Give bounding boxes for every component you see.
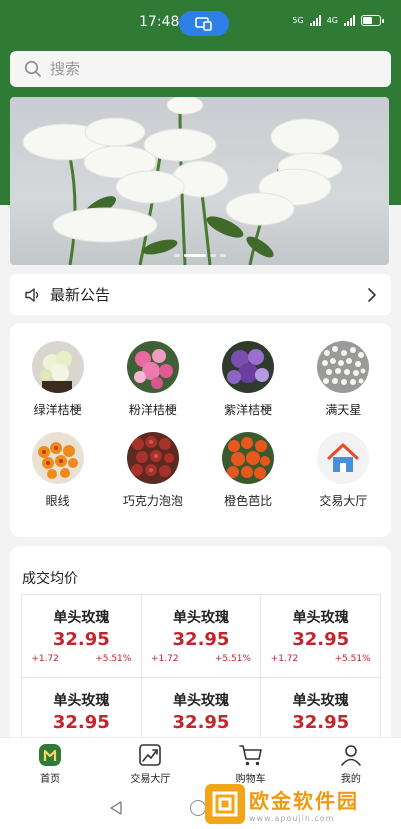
signal-1-icon (309, 14, 321, 26)
watermark-logo (205, 784, 245, 824)
category-green-eustoma[interactable]: 绿洋桔梗 (10, 341, 105, 418)
search-input[interactable] (50, 60, 350, 78)
babys-breath-photo (317, 341, 370, 393)
status-bar: 17:48 5G 4G (0, 0, 401, 44)
price-change-amount: +1.72 (270, 654, 299, 664)
battery-icon (361, 14, 384, 26)
category-label: 交易大厅 (319, 494, 368, 508)
house-icon (317, 432, 370, 484)
home-circle-icon[interactable] (190, 800, 206, 816)
price-value: 32.95 (172, 712, 230, 733)
status-time: 17:48 (139, 14, 180, 30)
price-product-name: 单头玫瑰 (172, 610, 229, 626)
tab-cart[interactable]: 购物车 (201, 738, 301, 787)
person-icon (341, 745, 361, 766)
screen-cast-pill[interactable] (179, 11, 229, 36)
price-grid: 单头玫瑰 32.95 +1.72 +5.51% 单头玫瑰 32.95 +1.72… (21, 594, 381, 746)
category-label: 橙色芭比 (224, 494, 273, 508)
chocolate-bubble-photo (126, 432, 179, 484)
watermark-name: 欧金软件园 (249, 789, 359, 813)
speaker-icon (25, 287, 39, 302)
bottom-tab-bar: 首页 交易大厅 购物车 我的 (0, 737, 401, 787)
price-card[interactable]: 单头玫瑰 32.95 (142, 678, 262, 746)
tab-label: 交易大厅 (130, 774, 171, 785)
price-value: 32.95 (292, 712, 350, 733)
category-orange-barbie[interactable]: 橙色芭比 (201, 432, 296, 509)
price-change-percent: +5.51% (214, 654, 251, 664)
price-change-amount: +1.72 (31, 654, 59, 664)
purple-eustoma-photo (222, 341, 275, 393)
price-change-amount: +1.72 (150, 654, 179, 664)
tab-home[interactable]: 首页 (0, 738, 100, 787)
price-change-percent: +5.51% (334, 654, 371, 664)
price-changes: +1.72 +5.51% (271, 654, 371, 664)
banner-dot-active[interactable] (183, 254, 206, 257)
eyeliner-rose-photo (31, 432, 84, 484)
category-label: 粉洋桔梗 (128, 403, 177, 417)
notice-label: 最新公告 (50, 286, 111, 304)
status-icons: 5G 4G (292, 14, 384, 26)
category-label: 绿洋桔梗 (33, 403, 82, 417)
category-label: 眼线 (45, 494, 70, 508)
search-icon (24, 60, 41, 77)
price-product-name: 单头玫瑰 (292, 610, 349, 626)
green-eustoma-photo (31, 341, 84, 393)
category-chocolate-bubble[interactable]: 巧克力泡泡 (105, 432, 200, 509)
screen-cast-icon (195, 16, 212, 31)
category-purple-eustoma[interactable]: 紫洋桔梗 (201, 341, 296, 418)
banner-indicator (10, 254, 389, 257)
price-value: 32.95 (52, 629, 110, 650)
home-icon (39, 744, 62, 766)
category-label: 满天星 (325, 403, 362, 417)
price-card[interactable]: 单头玫瑰 32.95 +1.72 +5.51% (22, 595, 142, 678)
back-triangle-icon[interactable] (108, 800, 124, 816)
banner-dot[interactable] (209, 254, 216, 257)
price-value: 32.95 (172, 629, 230, 650)
tab-profile[interactable]: 我的 (301, 738, 401, 787)
pink-eustoma-photo (126, 341, 179, 393)
banner-dot[interactable] (219, 254, 226, 257)
banner-carousel[interactable] (10, 97, 389, 265)
orange-barbie-photo (222, 432, 275, 484)
price-product-name: 单头玫瑰 (292, 693, 349, 709)
price-card[interactable]: 单头玫瑰 32.95 (261, 678, 381, 746)
watermark-logo-mark (212, 791, 238, 817)
price-card[interactable]: 单头玫瑰 32.95 (22, 678, 142, 746)
watermark-text: 欧金软件园 www.apoujin.com (249, 785, 359, 823)
tab-label: 首页 (40, 774, 61, 785)
signal-2-icon (344, 14, 355, 26)
category-grid: 绿洋桔梗 粉洋桔梗 紫洋桔梗 满天星 眼线 巧克力泡泡 橙色芭比 交易大厅 (10, 341, 391, 509)
category-pink-eustoma[interactable]: 粉洋桔梗 (105, 341, 200, 418)
price-product-name: 单头玫瑰 (53, 610, 110, 626)
price-changes: +1.72 +5.51% (151, 654, 251, 664)
average-price-panel: 成交均价 单头玫瑰 32.95 +1.72 +5.51% 单头玫瑰 32.95 … (10, 546, 391, 746)
tab-trading-hall[interactable]: 交易大厅 (100, 738, 200, 787)
signal-1-label: 5G (292, 15, 304, 25)
price-product-name: 单头玫瑰 (53, 693, 110, 709)
banner-dot[interactable] (173, 254, 180, 257)
category-label: 巧克力泡泡 (122, 494, 183, 508)
watermark-url: www.apoujin.com (249, 814, 335, 823)
category-eyeliner[interactable]: 眼线 (10, 432, 105, 509)
average-price-title: 成交均价 (22, 571, 78, 587)
category-label: 紫洋桔梗 (224, 403, 273, 417)
notice-bar[interactable]: 最新公告 (10, 274, 391, 315)
trend-chart-icon (139, 744, 162, 766)
category-trading-hall[interactable]: 交易大厅 (296, 432, 391, 509)
price-card[interactable]: 单头玫瑰 32.95 +1.72 +5.51% (141, 595, 262, 678)
signal-2-label: 4G (326, 15, 338, 25)
site-watermark: 欧金软件园 www.apoujin.com (205, 782, 395, 826)
price-product-name: 单头玫瑰 (172, 693, 229, 709)
price-changes: +1.72 +5.51% (31, 654, 131, 664)
price-value: 32.95 (52, 712, 110, 733)
price-change-percent: +5.51% (95, 654, 132, 664)
category-panel: 绿洋桔梗 粉洋桔梗 紫洋桔梗 满天星 眼线 巧克力泡泡 橙色芭比 交易大厅 (10, 323, 391, 537)
price-card[interactable]: 单头玫瑰 32.95 +1.72 +5.51% (261, 595, 381, 678)
search-bar[interactable] (10, 51, 391, 87)
white-eustoma-banner-image (22, 97, 343, 265)
cart-icon (238, 745, 262, 766)
chevron-right-icon (368, 287, 376, 302)
category-babys-breath[interactable]: 满天星 (296, 341, 391, 418)
price-value: 32.95 (292, 629, 350, 650)
